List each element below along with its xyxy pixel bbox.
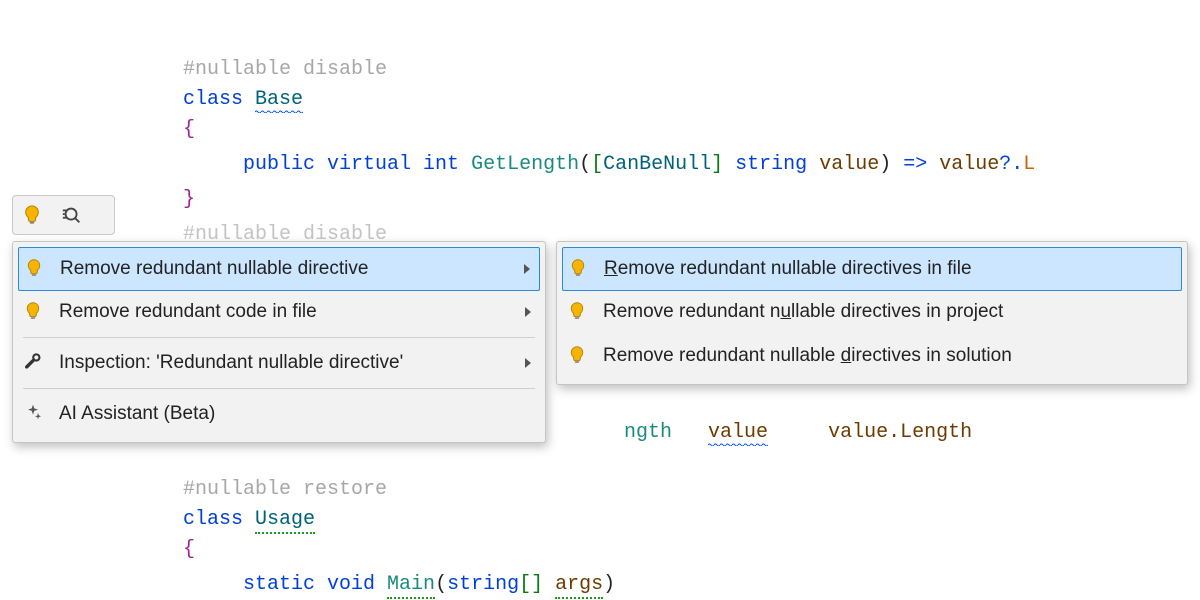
- obscured-code: ngthxxxvaluexxxxxvalue.Length: [576, 388, 972, 478]
- submenu-label: Remove redundant nullable directives in …: [603, 301, 1173, 323]
- lightbulb-icon: [567, 345, 589, 367]
- sparkle-icon: [23, 403, 45, 425]
- menu-item-remove-directive[interactable]: Remove redundant nullable directive: [18, 247, 540, 291]
- menu-label: Remove redundant code in file: [59, 301, 511, 323]
- inspect-icon[interactable]: [61, 204, 83, 226]
- brace-open-3: {: [195, 575, 255, 600]
- lightbulb-icon[interactable]: [21, 204, 43, 226]
- chevron-right-icon: [525, 358, 531, 368]
- submenu-item-project[interactable]: Remove redundant nullable directives in …: [557, 290, 1187, 334]
- lightbulb-icon: [24, 258, 46, 280]
- lightbulb-icon: [567, 301, 589, 323]
- menu-separator: [23, 337, 535, 338]
- lightbulb-icon: [23, 301, 45, 323]
- chevron-right-icon: [524, 264, 530, 274]
- main-decl: static void Main(string[] args): [195, 540, 615, 600]
- brace-open-2: {: [135, 505, 195, 595]
- lightbulb-icon: [568, 258, 590, 280]
- submenu-label: Remove redundant nullable directives in …: [604, 258, 1172, 280]
- quick-fix-menu: Remove redundant nullable directive Remo…: [12, 241, 546, 443]
- submenu-label: Remove redundant nullable directives in …: [603, 345, 1173, 367]
- menu-separator: [23, 388, 535, 389]
- quick-fix-submenu: Remove redundant nullable directives in …: [556, 241, 1188, 385]
- wrench-icon: [23, 352, 45, 374]
- menu-label: Remove redundant nullable directive: [60, 258, 510, 280]
- submenu-item-file[interactable]: Remove redundant nullable directives in …: [562, 247, 1182, 291]
- menu-label: AI Assistant (Beta): [59, 403, 531, 425]
- menu-item-inspection[interactable]: Inspection: 'Redundant nullable directiv…: [13, 341, 545, 385]
- submenu-item-solution[interactable]: Remove redundant nullable directives in …: [557, 334, 1187, 378]
- menu-item-remove-file[interactable]: Remove redundant code in file: [13, 290, 545, 334]
- menu-item-ai-assistant[interactable]: AI Assistant (Beta): [13, 392, 545, 436]
- menu-label: Inspection: 'Redundant nullable directiv…: [59, 352, 511, 374]
- chevron-right-icon: [525, 307, 531, 317]
- quick-fix-toolbar[interactable]: [12, 195, 115, 235]
